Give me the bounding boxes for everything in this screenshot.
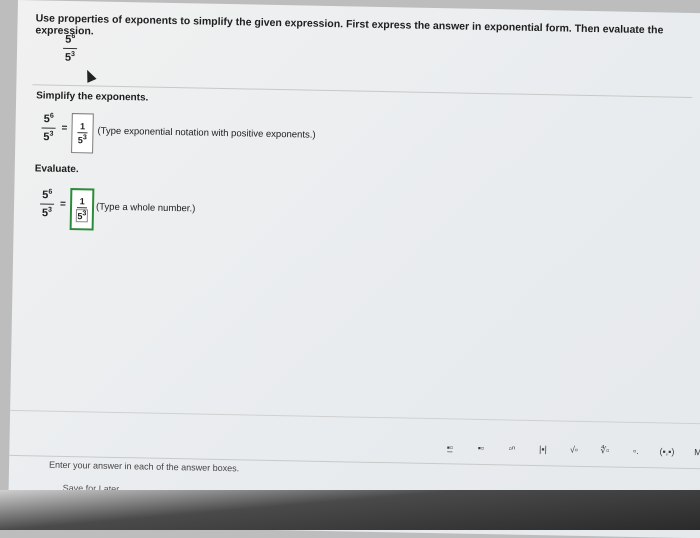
nth-root-icon[interactable]: ∜▫ — [589, 441, 620, 460]
math-toolbar: ▪̲▫ ▪▫ ▫ⁿ |▪| √▫ ∜▫ ▫. (▪,▪) M — [434, 438, 700, 461]
mixed-number-icon[interactable]: ▪▫ — [465, 439, 496, 458]
step2-label: Evaluate. — [34, 163, 79, 176]
step1-hint: (Type exponential notation with positive… — [97, 125, 316, 141]
footer-instruction: Enter your answer in each of the answer … — [48, 459, 240, 474]
step2-expression: 56 53 — [40, 188, 55, 219]
screen-bezel — [0, 490, 700, 530]
step1-label: Simplify the exponents. — [36, 90, 149, 104]
mouse-cursor-icon — [82, 67, 97, 83]
decimal-icon[interactable]: ▫. — [620, 442, 651, 461]
question-instruction: Use properties of exponents to simplify … — [35, 12, 664, 38]
question-page: Use properties of exponents to simplify … — [7, 0, 700, 538]
step1-equals: = — [61, 122, 68, 134]
exponent-icon[interactable]: ▫ⁿ — [496, 439, 527, 458]
square-root-icon[interactable]: √▫ — [558, 440, 589, 459]
toolbar-divider — [10, 409, 700, 425]
step2-equals: = — [59, 198, 67, 210]
ordered-pair-icon[interactable]: (▪,▪) — [651, 442, 682, 461]
step2-answer-box[interactable]: 1 53 — [69, 188, 95, 231]
step1-answer-box[interactable]: 1 53 — [71, 113, 94, 154]
step2-hint: (Type a whole number.) — [95, 201, 196, 215]
step1-expression: 56 53 — [41, 112, 56, 143]
absolute-value-icon[interactable]: |▪| — [527, 440, 558, 459]
more-icon[interactable]: M — [682, 443, 700, 462]
given-expression: 56 53 — [63, 33, 78, 64]
fraction-icon[interactable]: ▪̲▫ — [434, 438, 465, 457]
